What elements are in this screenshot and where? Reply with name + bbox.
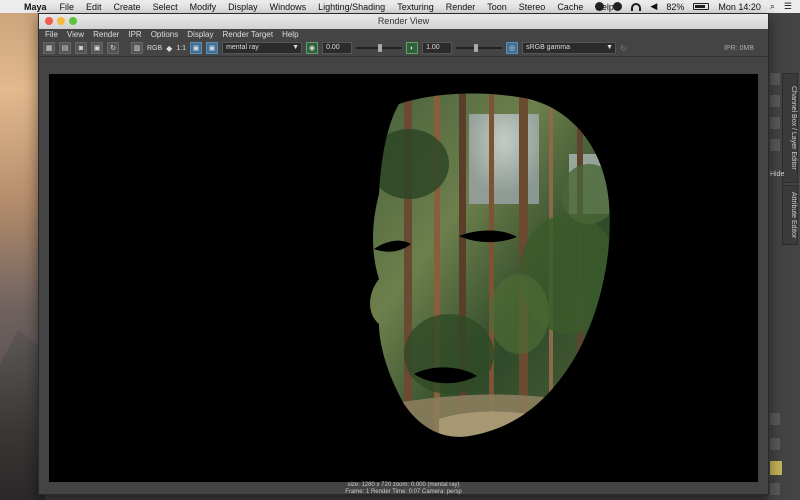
status-icon[interactable] xyxy=(595,2,605,11)
panel-button-highlight[interactable] xyxy=(770,461,782,475)
os-menu-app-name[interactable]: Maya xyxy=(24,2,47,12)
render-status-line2: Frame: 1 Render Time: 0:07 Camera: persp xyxy=(345,489,462,495)
snapshot-compare-icon[interactable]: ▣ xyxy=(206,42,219,54)
panel-button[interactable] xyxy=(770,73,780,85)
window-titlebar[interactable]: Render View xyxy=(39,14,768,29)
os-menu-stereo[interactable]: Stereo xyxy=(519,2,546,12)
exposure-icon[interactable]: ◉ xyxy=(306,42,319,54)
minimize-button[interactable] xyxy=(57,17,65,25)
panel-button[interactable] xyxy=(770,483,780,495)
menu-file[interactable]: File xyxy=(45,30,58,39)
tab-attribute-editor[interactable]: Attribute Editor xyxy=(782,185,798,245)
keep-image-icon[interactable]: ▥ xyxy=(131,42,143,54)
os-menu-render[interactable]: Render xyxy=(446,2,476,12)
os-menu-select[interactable]: Select xyxy=(153,2,178,12)
close-button[interactable] xyxy=(45,17,53,25)
gamma-field[interactable]: 1.00 xyxy=(422,42,453,54)
menu-help[interactable]: Help xyxy=(282,30,298,39)
rgb-label[interactable]: RGB xyxy=(147,45,162,52)
render-frame-icon[interactable]: ▦ xyxy=(43,42,55,54)
alpha-icon[interactable]: ◆ xyxy=(166,44,172,53)
render-status: size: 1280 x 720 zoom: 0.000 (mental ray… xyxy=(39,482,768,495)
chevron-down-icon: ▼ xyxy=(292,44,300,51)
render-status-line1: size: 1280 x 720 zoom: 0.000 (mental ray… xyxy=(347,482,460,488)
exposure-slider[interactable] xyxy=(356,44,403,52)
panel-button[interactable] xyxy=(770,117,780,129)
notification-center-icon[interactable]: ☰ xyxy=(784,1,792,12)
menu-ipr[interactable]: IPR xyxy=(128,30,141,39)
menu-render-target[interactable]: Render Target xyxy=(223,30,274,39)
render-view-window: Render View File View Render IPR Options… xyxy=(38,13,769,495)
os-menu-create[interactable]: Create xyxy=(114,2,141,12)
panel-button[interactable] xyxy=(770,139,780,151)
color-management-icon[interactable]: ◎ xyxy=(506,42,519,54)
render-view-menubar: File View Render IPR Options Display Ren… xyxy=(39,29,768,40)
chevron-down-icon: ▼ xyxy=(606,44,614,51)
os-menu-toon[interactable]: Toon xyxy=(487,2,507,12)
os-menu-edit[interactable]: Edit xyxy=(86,2,102,12)
os-menu-texturing[interactable]: Texturing xyxy=(397,2,434,12)
refresh-ipr-icon[interactable]: ↻ xyxy=(107,42,119,54)
panel-button[interactable] xyxy=(770,438,780,450)
os-menubar: Maya File Edit Create Select Modify Disp… xyxy=(0,0,800,13)
os-menu-cache[interactable]: Cache xyxy=(557,2,583,12)
maximize-button[interactable] xyxy=(69,17,77,25)
menu-view[interactable]: View xyxy=(67,30,84,39)
refresh-icon[interactable]: ↻ xyxy=(620,44,627,53)
os-menu-windows[interactable]: Windows xyxy=(270,2,307,12)
renderer-dropdown[interactable]: mental ray ▼ xyxy=(222,42,303,54)
render-toolbar: ▦ ▤ ◙ ▣ ↻ ▥ RGB ◆ 1:1 ▣ ▣ mental ray ▼ ◉… xyxy=(39,40,768,57)
display-settings-icon[interactable]: ▣ xyxy=(190,42,203,54)
ipr-memory-label: IPR: 0MB xyxy=(724,44,754,52)
os-menu-modify[interactable]: Modify xyxy=(190,2,217,12)
battery-percent: 82% xyxy=(666,1,685,12)
volume-icon[interactable]: ◀ xyxy=(650,1,657,12)
hide-label[interactable]: Hide xyxy=(770,171,784,178)
gamma-slider[interactable] xyxy=(456,44,503,52)
ratio-label[interactable]: 1:1 xyxy=(176,45,186,52)
exposure-field[interactable]: 0.00 xyxy=(322,42,353,54)
rendered-mask-image xyxy=(370,93,610,437)
gamma-slider-knob[interactable] xyxy=(474,44,479,52)
snapshot-icon[interactable]: ◙ xyxy=(75,42,87,54)
window-title: Render View xyxy=(377,16,430,26)
os-menu-display[interactable]: Display xyxy=(228,2,258,12)
os-menu-lighting[interactable]: Lighting/Shading xyxy=(318,2,385,12)
menu-display[interactable]: Display xyxy=(187,30,213,39)
spotlight-icon[interactable]: ⌕ xyxy=(770,1,775,12)
panel-button[interactable] xyxy=(770,413,780,425)
view-transform-dropdown[interactable]: sRGB gamma ▼ xyxy=(522,42,617,54)
panel-button[interactable] xyxy=(770,95,780,107)
gamma-icon[interactable]: ◐ xyxy=(406,42,419,54)
battery-icon[interactable] xyxy=(693,3,710,10)
renderer-value: mental ray xyxy=(226,44,259,51)
os-menu-file[interactable]: File xyxy=(60,2,75,12)
menu-render[interactable]: Render xyxy=(93,30,119,39)
clock[interactable]: Mon 14:20 xyxy=(718,2,761,12)
render-viewport[interactable] xyxy=(49,74,758,482)
view-transform-value: sRGB gamma xyxy=(526,44,571,51)
render-region-icon[interactable]: ▤ xyxy=(59,42,71,54)
maya-side-panel: Channel Box / Layer Editor Hide Attribut… xyxy=(768,13,800,500)
ipr-render-icon[interactable]: ▣ xyxy=(91,42,103,54)
timemachine-icon[interactable] xyxy=(613,2,623,11)
exposure-slider-knob[interactable] xyxy=(378,44,383,52)
tab-channel-box[interactable]: Channel Box / Layer Editor xyxy=(782,73,798,183)
wifi-icon[interactable] xyxy=(631,2,642,11)
menu-options[interactable]: Options xyxy=(151,30,179,39)
